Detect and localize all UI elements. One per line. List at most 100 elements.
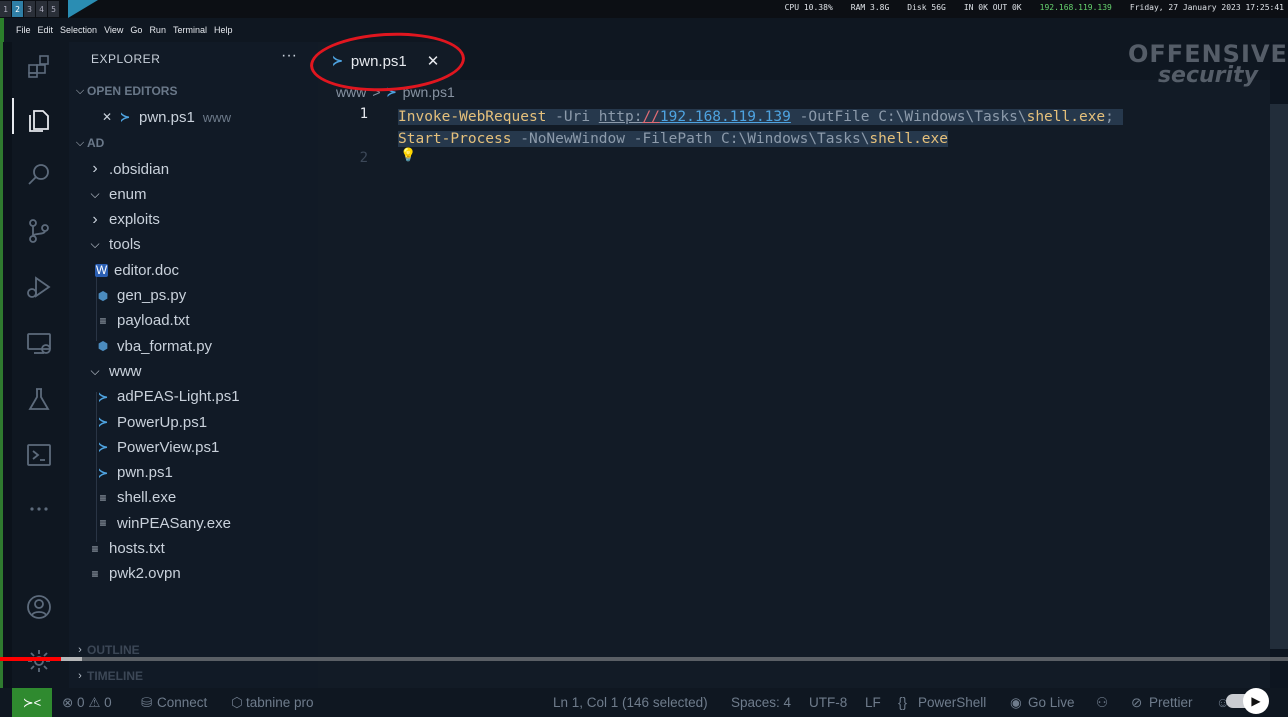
remote-explorer-icon[interactable]	[24, 328, 54, 358]
indentation[interactable]: Spaces: 4	[731, 695, 791, 710]
remote-indicator-icon[interactable]: ≻<	[12, 688, 52, 717]
workspace-3[interactable]: 3	[24, 1, 36, 17]
timeline-section[interactable]: › TIMELINE	[73, 669, 143, 683]
menu-file[interactable]: File	[16, 25, 31, 35]
copilot-icon[interactable]: ⚇	[1096, 695, 1108, 711]
source-control-icon[interactable]	[24, 216, 54, 246]
code-link[interactable]: 192.168.119.139	[660, 109, 791, 125]
menu-view[interactable]: View	[104, 25, 123, 35]
problems-indicator[interactable]: ⊗ 0 ⚠ 0	[62, 695, 112, 711]
lightbulb-icon[interactable]: 💡	[400, 148, 416, 163]
tree-item[interactable]: ≻ adPEAS-Light.ps1	[95, 386, 240, 408]
root-folder-section[interactable]: ⌵ AD	[73, 136, 105, 150]
close-icon[interactable]: ✕	[99, 110, 115, 124]
video-played	[0, 657, 61, 661]
tree-item-label: gen_ps.py	[117, 287, 187, 304]
tree-item[interactable]: ⌵ www	[87, 360, 142, 382]
tree-item[interactable]: ⌵ tools	[87, 234, 140, 256]
account-icon[interactable]	[24, 592, 54, 622]
open-editor-folder: www	[202, 109, 232, 125]
tree-item[interactable]: › exploits	[87, 209, 160, 231]
workspace-1[interactable]: 1	[0, 1, 12, 17]
tree-item[interactable]: ≻ pwn.ps1	[95, 462, 173, 484]
chevron-down-icon: ⌵	[75, 136, 85, 149]
workspace-switcher[interactable]: 12345	[0, 1, 60, 17]
tree-item[interactable]: › .obsidian	[87, 158, 169, 180]
menu-help[interactable]: Help	[214, 25, 233, 35]
connect-button[interactable]: Connect	[157, 695, 207, 710]
tree-item[interactable]: ≡ hosts.txt	[87, 538, 165, 560]
chevron-down-icon: ⌵	[90, 363, 100, 378]
menu-run[interactable]: Run	[149, 25, 166, 35]
language-mode[interactable]: PowerShell	[918, 695, 986, 710]
tree-item[interactable]: ≡ winPEASany.exe	[95, 512, 230, 534]
play-icon[interactable]: ▶	[1243, 688, 1269, 714]
editor-scrollbar[interactable]	[1270, 104, 1288, 649]
testing-icon[interactable]	[24, 384, 54, 414]
video-progress-bar[interactable]	[0, 657, 1288, 661]
tree-item[interactable]: ≡ shell.exe	[95, 487, 176, 509]
menu-go[interactable]: Go	[130, 25, 142, 35]
timeline-label: TIMELINE	[87, 669, 143, 683]
tree-item-label: .obsidian	[109, 160, 170, 178]
tree-item[interactable]: ≻ PowerView.ps1	[95, 436, 219, 458]
text-file-icon: ≡	[91, 541, 99, 556]
encoding[interactable]: UTF-8	[809, 695, 847, 710]
open-editor-item[interactable]: ✕ ≻ pwn.ps1 www	[99, 106, 231, 128]
line-ending[interactable]: LF	[865, 695, 881, 710]
tree-item-label: editor.doc	[114, 261, 180, 279]
tree-item-label: pwk2.ovpn	[109, 565, 181, 583]
explorer-more-actions-button[interactable]: ···	[281, 47, 297, 65]
tree-item[interactable]: ⌵ enum	[87, 183, 146, 205]
text-file-icon: ≡	[99, 490, 107, 505]
run-debug-icon[interactable]	[24, 272, 54, 302]
code-token: //	[642, 109, 660, 125]
open-editors-section[interactable]: ⌵ OPEN EDITORS	[73, 84, 178, 98]
tree-item[interactable]: ≻ PowerUp.ps1	[95, 411, 207, 433]
braces-icon: {}	[898, 695, 908, 710]
word-file-icon: W	[95, 262, 108, 277]
cursor-position[interactable]: Ln 1, Col 1 (146 selected)	[553, 695, 708, 710]
tree-item-label: hosts.txt	[109, 540, 165, 557]
settings-gear-icon[interactable]	[24, 646, 54, 676]
more-views-icon[interactable]	[24, 494, 54, 524]
tree-item-label: shell.exe	[117, 489, 177, 507]
scrollbar-thumb[interactable]	[1270, 104, 1288, 649]
explorer-icon[interactable]	[24, 104, 54, 134]
workspace-5[interactable]: 5	[48, 1, 60, 17]
code-token: -NoNewWindow -FilePath	[511, 131, 722, 147]
tree-item[interactable]: Weditor.doc	[95, 259, 179, 281]
code-token: http:	[598, 109, 643, 125]
line-number: 1	[359, 106, 368, 122]
code-line[interactable]: Invoke-WebRequest -Uri http://192.168.11…	[398, 106, 1123, 128]
menu-selection[interactable]: Selection	[60, 25, 97, 35]
code-token: Start-Process	[398, 131, 512, 147]
extensions-icon[interactable]	[24, 52, 54, 82]
prettier-button[interactable]: Prettier	[1149, 695, 1193, 710]
broadcast-icon: ◉	[1010, 695, 1022, 710]
tree-item-label: www	[109, 362, 142, 380]
menu-edit[interactable]: Edit	[38, 25, 54, 35]
code-line[interactable]: Start-Process -NoNewWindow -FilePath C:\…	[398, 128, 948, 150]
terminal-icon[interactable]	[24, 440, 54, 470]
tabnine-status[interactable]: tabnine pro	[246, 695, 314, 710]
tree-item[interactable]: ≡ pwk2.ovpn	[87, 563, 181, 585]
outline-section[interactable]: › OUTLINE	[73, 643, 140, 657]
activity-bar	[12, 42, 69, 688]
tabnine-icon: ⬡	[231, 695, 243, 710]
active-view-indicator	[12, 98, 14, 134]
go-live-button[interactable]: Go Live	[1028, 695, 1075, 710]
tree-item-label: PowerView.ps1	[117, 438, 220, 456]
powershell-file-icon: ≻	[97, 440, 109, 455]
workspace-4[interactable]: 4	[36, 1, 48, 17]
code-token: C:\Windows\Tasks\	[721, 131, 870, 147]
search-icon[interactable]	[24, 160, 54, 190]
workspace-2[interactable]: 2	[12, 1, 24, 17]
root-folder-label: AD	[87, 136, 105, 150]
tree-item[interactable]: ⬢ gen_ps.py	[95, 285, 186, 307]
tree-item[interactable]: ⬢ vba_format.py	[95, 335, 212, 357]
window-left-strip	[0, 42, 12, 688]
menu-terminal[interactable]: Terminal	[173, 25, 207, 35]
chevron-down-icon: ⌵	[75, 84, 85, 97]
tree-item[interactable]: ≡ payload.txt	[95, 310, 189, 332]
